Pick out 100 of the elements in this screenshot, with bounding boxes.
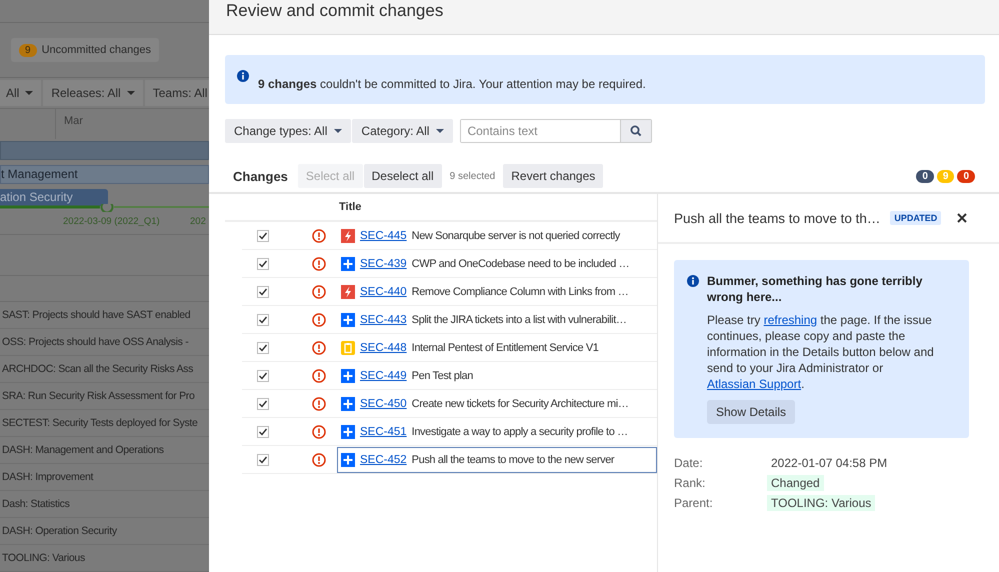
checkbox[interactable] [257,314,269,326]
error-icon [312,256,326,270]
issue-title: CWP and OneCodebase need to be included … [412,258,630,270]
banner-message: 9 changes couldn't be committed to Jira. Your attention may be required. [258,76,646,90]
clipboard-icon [341,340,355,354]
search-field[interactable]: Contains text [460,119,652,143]
search-button[interactable] [620,120,652,142]
checkmark-icon [258,231,268,240]
checkmark-icon [258,315,268,324]
issue-title: DASH: Operation Security [2,525,117,537]
date-label: 202 [190,216,206,227]
title-cell[interactable]: SEC-439 CWP and OneCodebase need to be included … [337,250,657,276]
count-badge: 0 [957,170,975,182]
dialog-title: Review and commit changes [226,1,444,21]
link[interactable]: refreshing [764,313,818,327]
issue-key-link[interactable]: SEC-452 [360,454,407,466]
checkmark-icon [258,427,268,436]
detail-title: Push all the teams to move to th… [674,210,880,226]
lightning-icon [341,228,355,242]
filter-dropdown[interactable]: All [0,80,42,106]
title-cell[interactable]: SEC-449 Pen Test plan [337,362,657,388]
column-header: Title [339,201,362,213]
title-cell[interactable]: SEC-448 Internal Pentest of Entitlement Service V1 [337,334,657,360]
field-value: 2022-01-07 04:58 PM [770,455,888,471]
checkmark-icon [258,287,268,296]
info-icon [237,70,249,82]
plus-icon [341,256,355,270]
issue-key-link[interactable]: SEC-448 [360,342,407,354]
checkmark-icon [258,343,268,352]
error-icon [312,228,326,242]
filter-dropdown[interactable]: Category: All [352,119,454,143]
issue-key-link[interactable]: SEC-450 [360,398,407,410]
timeline-bar: t Management [0,165,209,184]
date-label: 2022-03-09 (2022_Q1) [63,216,160,227]
count-badge: 9 [19,44,37,56]
issue-key-link[interactable]: SEC-451 [360,426,407,438]
plus-icon [341,452,355,466]
show-details-button[interactable]: Show Details [707,400,796,424]
issue-title: DASH: Improvement [2,471,94,483]
checkbox[interactable] [257,230,269,242]
title-cell[interactable]: SEC-452 Push all the teams to move to the new server [337,446,657,472]
close-button[interactable] [955,211,970,225]
issue-key-link[interactable]: SEC-449 [360,370,407,382]
field-label: Parent: [674,496,714,510]
link[interactable]: Atlassian Support [707,377,802,391]
checkbox[interactable] [257,342,269,354]
issue-key-link[interactable]: SEC-445 [360,230,407,242]
revert-changes-button[interactable]: Revert changes [503,164,604,188]
issue-title: SECTEST: Security Tests deployed for Syste [2,417,198,429]
title-cell[interactable]: SEC-443 Split the JIRA tickets into a list with vulnerabilit… [337,306,657,332]
issue-key-link[interactable]: SEC-443 [360,314,407,326]
checkmark-icon [258,259,268,268]
issue-title: TOOLING: Various [2,552,85,564]
issue-title: Investigate a way to apply a security profile to … [412,426,628,438]
timeline-bar: ation Security [0,189,108,206]
checkbox[interactable] [257,398,269,410]
checkbox[interactable] [257,286,269,298]
error-heading: Bummer, something has gone terribly wrong here... [707,273,924,305]
filter-dropdown[interactable]: Change types: All [225,119,352,143]
checkmark-icon [258,399,268,408]
title-cell[interactable]: SEC-440 Remove Compliance Column with Links from … [337,278,657,304]
lightning-icon [341,284,355,298]
close-icon [957,213,968,223]
title-cell[interactable]: SEC-445 New Sonarqube server is not queried correctly [337,222,657,248]
issue-key-link[interactable]: SEC-440 [360,286,407,298]
checkbox[interactable] [257,370,269,382]
title-cell[interactable]: SEC-450 Create new tickets for Security Architecture mi… [337,390,657,416]
deselect-all-button[interactable]: Deselect all [364,164,442,188]
plus-icon [341,312,355,326]
issue-title: OSS: Projects should have OSS Analysis - [2,336,188,348]
filter-dropdown[interactable]: Teams: All [144,80,209,106]
checkbox[interactable] [257,258,269,270]
plus-icon [341,424,355,438]
field-value: TOOLING: Various [767,495,876,511]
caret-icon [25,91,34,95]
issue-title: ARCHDOC: Scan all the Security Risks Ass [2,363,194,375]
filter-dropdown[interactable]: Releases: All [43,80,143,106]
checkbox[interactable] [257,454,269,466]
uncommitted-changes-button[interactable]: 9 Uncommitted changes [11,38,160,62]
issue-title: Pen Test plan [412,370,473,382]
info-icon [687,275,699,287]
plus-icon [341,396,355,410]
issue-key-link[interactable]: SEC-439 [360,258,407,270]
issue-title: Create new tickets for Security Architecture mi… [412,398,628,410]
issue-title: SRA: Run Security Risk Assessment for Pro [2,390,195,402]
field-label: Rank: [674,476,706,490]
issue-title: DASH: Management and Operations [2,444,164,456]
error-icon [312,452,326,466]
field-value: Changed [767,475,824,491]
section-heading: Changes [233,168,288,184]
issue-title: Remove Compliance Column with Links from … [412,286,628,298]
status-lozenge: UPDATED [890,211,942,225]
count-badge: 0 [916,170,934,182]
title-cell[interactable]: SEC-451 Investigate a way to apply a security profile to … [337,418,657,444]
issue-title: Dash: Statistics [2,498,70,510]
error-icon [312,284,326,298]
caret-icon [126,91,135,95]
issue-title: New Sonarqube server is not queried correctly [412,230,620,242]
checkmark-icon [258,371,268,380]
checkbox[interactable] [257,426,269,438]
